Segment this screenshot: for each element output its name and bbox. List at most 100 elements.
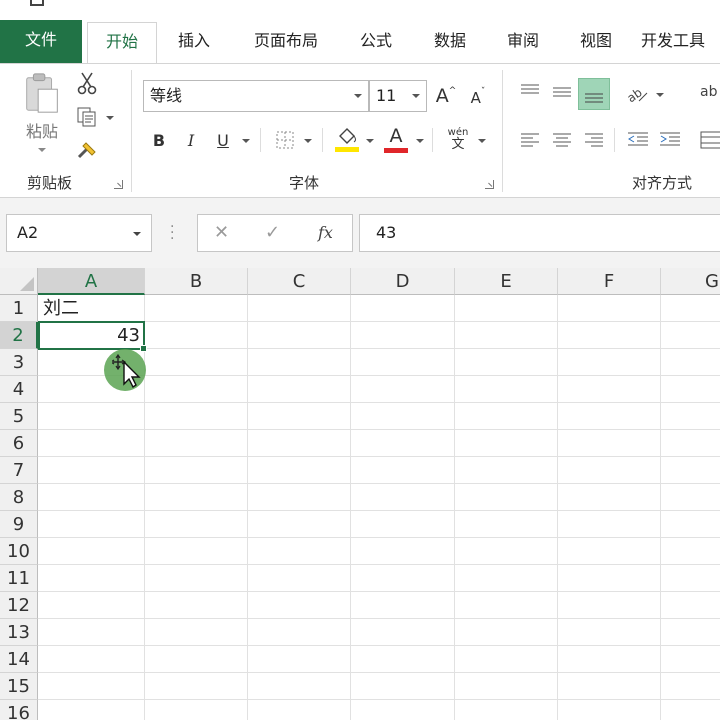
copy-dropdown-caret[interactable] <box>106 116 114 120</box>
format-painter-icon <box>77 142 96 159</box>
tab-developer[interactable]: 开发工具 <box>641 22 720 64</box>
merge-center-button[interactable] <box>700 126 720 154</box>
more-options-icon[interactable]: · · · <box>170 220 174 246</box>
column-header-c[interactable]: C <box>248 268 351 295</box>
increase-font-button[interactable]: A ^ <box>432 82 460 110</box>
row-header-2[interactable]: 2 <box>0 322 38 349</box>
wrap-text-button[interactable]: ab <box>700 78 720 106</box>
align-center-button[interactable] <box>548 126 576 154</box>
align-middle-button[interactable] <box>548 78 576 106</box>
decrease-indent-button[interactable] <box>624 126 652 154</box>
borders-button[interactable] <box>272 126 298 154</box>
row-header-15[interactable]: 15 <box>0 673 38 700</box>
row-header-9[interactable]: 9 <box>0 511 38 538</box>
bold-button[interactable]: B <box>148 126 170 154</box>
copy-button[interactable] <box>74 104 100 130</box>
gridline <box>144 295 145 720</box>
wrap-text-icon: ab <box>700 84 718 100</box>
insert-function-icon[interactable]: fx <box>318 223 333 242</box>
select-all-button[interactable] <box>0 268 38 295</box>
phonetic-guide-button[interactable]: wén 文 <box>444 124 472 154</box>
gridline <box>38 510 720 511</box>
paste-button[interactable]: 粘贴 <box>18 72 66 152</box>
italic-button[interactable]: I <box>180 126 202 154</box>
font-group-label: 字体 <box>289 174 320 192</box>
text-orientation-icon: ab <box>625 85 648 105</box>
increase-indent-button[interactable] <box>656 126 684 154</box>
chevron-down-icon <box>412 94 420 98</box>
row-header-4[interactable]: 4 <box>0 376 38 403</box>
cancel-icon[interactable]: ✕ <box>214 222 229 243</box>
gridline <box>38 429 720 430</box>
font-name-combo[interactable]: 等线 <box>143 80 369 112</box>
column-header-e[interactable]: E <box>455 268 558 295</box>
align-middle-icon <box>553 87 571 97</box>
row-header-16[interactable]: 16 <box>0 700 38 720</box>
gridline <box>38 456 720 457</box>
tab-review[interactable]: 审阅 <box>493 22 553 64</box>
divider <box>432 128 433 152</box>
fill-color-dropdown-caret[interactable] <box>366 139 374 143</box>
font-color-dropdown-caret[interactable] <box>416 139 424 143</box>
tab-insert[interactable]: 插入 <box>160 22 228 64</box>
fill-handle[interactable] <box>140 345 147 352</box>
tab-page-layout[interactable]: 页面布局 <box>240 22 332 64</box>
fill-color-button[interactable] <box>334 124 360 154</box>
enter-icon[interactable]: ✓ <box>265 222 280 243</box>
tab-home[interactable]: 开始 <box>87 22 157 65</box>
align-top-icon <box>521 84 539 94</box>
row-header-11[interactable]: 11 <box>0 565 38 592</box>
tab-formulas[interactable]: 公式 <box>346 22 406 64</box>
worksheet-grid[interactable]: A B C D E F G 1 2 3 4 5 6 7 8 9 10 11 12… <box>0 268 720 720</box>
undo-icon[interactable]: ↶ <box>82 0 94 6</box>
name-box[interactable]: A2 <box>6 214 152 252</box>
underline-dropdown-caret[interactable] <box>242 139 250 143</box>
row-header-6[interactable]: 6 <box>0 430 38 457</box>
cut-button[interactable] <box>74 70 100 96</box>
row-header-12[interactable]: 12 <box>0 592 38 619</box>
tab-data[interactable]: 数据 <box>420 22 480 64</box>
underline-button[interactable]: U <box>212 126 234 154</box>
row-header-8[interactable]: 8 <box>0 484 38 511</box>
name-box-value: A2 <box>17 223 39 242</box>
font-color-icon: A <box>389 124 403 147</box>
column-header-b[interactable]: B <box>145 268 248 295</box>
row-header-13[interactable]: 13 <box>0 619 38 646</box>
formula-input[interactable]: 43 <box>359 214 720 252</box>
row-header-5[interactable]: 5 <box>0 403 38 430</box>
font-color-button[interactable]: A <box>382 124 410 154</box>
decrease-indent-icon <box>628 132 648 146</box>
clipboard-dialog-launcher[interactable] <box>114 180 123 189</box>
paste-dropdown-caret[interactable] <box>38 148 46 152</box>
scissors-icon <box>77 72 97 95</box>
decrease-font-button[interactable]: Aˇ <box>464 84 492 112</box>
merge-cells-icon <box>700 131 720 149</box>
phonetic-dropdown-caret[interactable] <box>478 139 486 143</box>
save-icon[interactable] <box>30 0 44 6</box>
format-painter-button[interactable] <box>74 138 100 162</box>
font-size-value: 11 <box>376 86 397 105</box>
font-dialog-launcher[interactable] <box>485 180 494 189</box>
tab-file[interactable]: 文件 <box>0 20 82 64</box>
row-header-10[interactable]: 10 <box>0 538 38 565</box>
row-header-1[interactable]: 1 <box>0 295 38 322</box>
column-header-a[interactable]: A <box>38 268 145 295</box>
tab-view[interactable]: 视图 <box>566 22 626 64</box>
row-header-7[interactable]: 7 <box>0 457 38 484</box>
redo-icon[interactable]: ↷ <box>118 0 130 6</box>
column-header-g[interactable]: G <box>661 268 720 295</box>
orientation-dropdown-caret[interactable] <box>656 93 664 97</box>
column-header-f[interactable]: F <box>558 268 661 295</box>
cell-a1[interactable]: 刘二 <box>43 295 143 322</box>
row-header-3[interactable]: 3 <box>0 349 38 376</box>
borders-dropdown-caret[interactable] <box>304 139 312 143</box>
column-header-d[interactable]: D <box>351 268 455 295</box>
align-right-button[interactable] <box>580 126 608 154</box>
gridline <box>557 295 558 720</box>
row-header-14[interactable]: 14 <box>0 646 38 673</box>
font-size-combo[interactable]: 11 <box>369 80 427 112</box>
align-top-button[interactable] <box>516 78 544 106</box>
orientation-button[interactable]: ab <box>624 80 652 108</box>
align-bottom-button[interactable] <box>578 78 610 110</box>
align-left-button[interactable] <box>516 126 544 154</box>
